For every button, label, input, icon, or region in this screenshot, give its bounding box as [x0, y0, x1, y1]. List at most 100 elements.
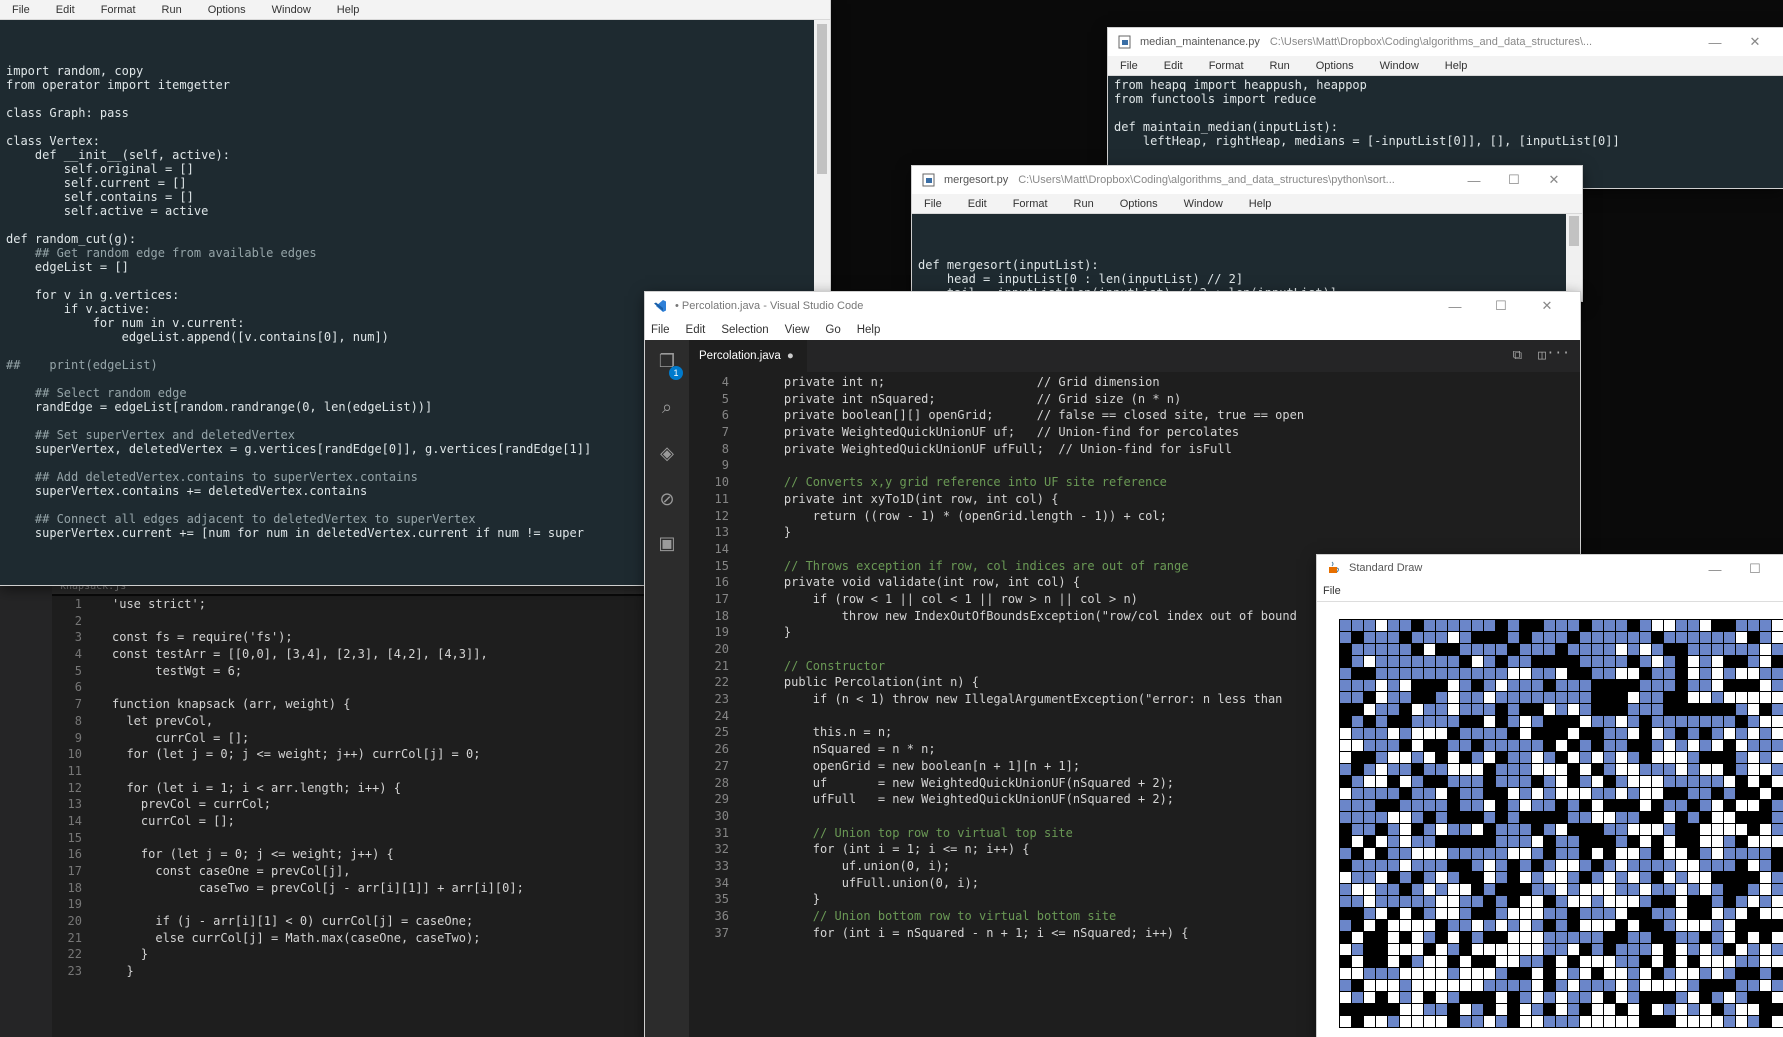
grid-site — [1472, 704, 1483, 715]
menu-options[interactable]: Options — [208, 4, 246, 16]
extensions-icon[interactable]: ▣ — [655, 532, 679, 556]
grid-site — [1400, 632, 1411, 643]
grid-site — [1340, 920, 1351, 931]
code-area[interactable]: def mergesort(inputList): head = inputLi… — [912, 214, 1582, 301]
grid-site — [1544, 992, 1555, 1003]
menu-edit[interactable]: Edit — [968, 198, 987, 210]
grid-site — [1628, 944, 1639, 955]
grid-site — [1664, 716, 1675, 727]
more-actions-icon[interactable]: ··· — [1547, 346, 1570, 361]
menu-view[interactable]: View — [785, 324, 810, 336]
grid-site — [1532, 668, 1543, 679]
grid-site — [1340, 776, 1351, 787]
grid-site — [1724, 716, 1735, 727]
title-bar[interactable]: median_maintenance.py C:\Users\Matt\Drop… — [1108, 28, 1783, 56]
vertical-scrollbar[interactable] — [1566, 214, 1582, 301]
menu-window[interactable]: Window — [1380, 60, 1419, 72]
minimize-icon[interactable]: — — [1695, 35, 1735, 50]
line-number: 15 — [67, 830, 82, 845]
minimize-icon[interactable]: — — [1432, 299, 1478, 314]
open-changes-icon[interactable]: ⧉ — [1513, 348, 1522, 363]
grid-site — [1772, 896, 1783, 907]
js-code-area[interactable]: 1'use strict'; 2 3 const fs = require('fs')… — [52, 596, 650, 1037]
grid-site — [1508, 644, 1519, 655]
menu-file[interactable]: File — [651, 324, 670, 336]
grid-site — [1508, 728, 1519, 739]
grid-site — [1424, 620, 1435, 631]
grid-site — [1484, 692, 1495, 703]
debug-icon[interactable]: ⊘ — [655, 488, 679, 512]
grid-site — [1484, 884, 1495, 895]
grid-site — [1640, 992, 1651, 1003]
close-icon[interactable]: ✕ — [1524, 298, 1570, 314]
menu-format[interactable]: Format — [101, 4, 136, 16]
menu-file[interactable]: File — [1120, 60, 1138, 72]
menu-file[interactable]: File — [12, 4, 30, 16]
menu-help[interactable]: Help — [857, 324, 881, 336]
maximize-icon[interactable]: ☐ — [1494, 172, 1534, 188]
menu-selection[interactable]: Selection — [721, 324, 768, 336]
source-control-icon[interactable]: ◈ — [655, 442, 679, 466]
menu-format[interactable]: Format — [1209, 60, 1244, 72]
menu-run[interactable]: Run — [1074, 198, 1094, 210]
menu-run[interactable]: Run — [1270, 60, 1290, 72]
menu-help[interactable]: Help — [337, 4, 360, 16]
grid-site — [1760, 716, 1771, 727]
maximize-icon[interactable]: ☐ — [1735, 561, 1775, 577]
grid-site — [1760, 800, 1771, 811]
grid-site — [1760, 872, 1771, 883]
grid-site — [1412, 968, 1423, 979]
menu-help[interactable]: Help — [1445, 60, 1468, 72]
grid-site — [1688, 692, 1699, 703]
menu-help[interactable]: Help — [1249, 198, 1272, 210]
minimize-icon[interactable]: — — [1454, 173, 1494, 188]
title-bar[interactable]: Standard Draw — ☐ — [1317, 555, 1783, 581]
menu-file[interactable]: File — [924, 198, 942, 210]
unsaved-dot-icon: ● — [786, 350, 794, 362]
menu-run[interactable]: Run — [162, 4, 182, 16]
grid-site — [1376, 632, 1387, 643]
search-icon[interactable]: ⌕ — [655, 396, 679, 420]
tab-percolation-java[interactable]: Percolation.java ● — [689, 340, 807, 372]
grid-site — [1676, 836, 1687, 847]
split-editor-icon[interactable]: ◫ — [1538, 348, 1546, 363]
maximize-icon[interactable]: ☐ — [1478, 298, 1524, 314]
title-bar[interactable]: • Percolation.java - Visual Studio Code … — [645, 292, 1580, 320]
grid-site — [1700, 800, 1711, 811]
grid-site — [1592, 704, 1603, 715]
menu-window[interactable]: Window — [1184, 198, 1223, 210]
grid-site — [1736, 824, 1747, 835]
menu-file[interactable]: File — [1317, 581, 1783, 602]
menu-options[interactable]: Options — [1120, 198, 1158, 210]
menu-edit[interactable]: Edit — [686, 324, 706, 336]
menu-window[interactable]: Window — [272, 4, 311, 16]
grid-site — [1712, 716, 1723, 727]
close-icon[interactable]: ✕ — [1534, 172, 1574, 188]
menu-go[interactable]: Go — [825, 324, 840, 336]
grid-site — [1736, 656, 1747, 667]
grid-site — [1424, 764, 1435, 775]
title-bar[interactable]: mergesort.py C:\Users\Matt\Dropbox\Codin… — [912, 166, 1582, 194]
menu-edit[interactable]: Edit — [1164, 60, 1183, 72]
grid-site — [1436, 836, 1447, 847]
grid-site — [1556, 668, 1567, 679]
grid-site — [1652, 620, 1663, 631]
grid-site — [1544, 872, 1555, 883]
grid-site — [1520, 620, 1531, 631]
grid-site — [1748, 788, 1759, 799]
close-icon[interactable]: ✕ — [1735, 34, 1775, 50]
menu-format[interactable]: Format — [1013, 198, 1048, 210]
grid-site — [1616, 944, 1627, 955]
menu-edit[interactable]: Edit — [56, 4, 75, 16]
minimize-icon[interactable]: — — [1695, 562, 1735, 577]
grid-site — [1652, 728, 1663, 739]
grid-site — [1424, 992, 1435, 1003]
code-text: else currCol[j] = Math.max(caseOne, case… — [112, 930, 481, 945]
grid-site — [1628, 632, 1639, 643]
grid-site — [1724, 1016, 1735, 1027]
menu-options[interactable]: Options — [1316, 60, 1354, 72]
grid-site — [1712, 740, 1723, 751]
code-line: def __init__(self, active): — [6, 148, 230, 162]
grid-site — [1664, 836, 1675, 847]
